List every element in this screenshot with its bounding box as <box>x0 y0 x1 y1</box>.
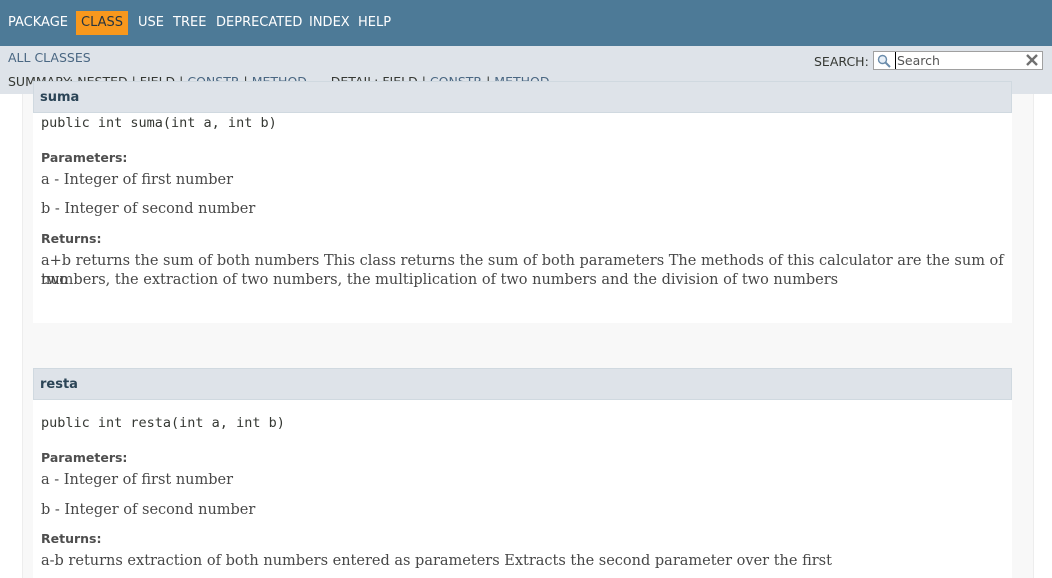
search-input[interactable]: Search <box>873 51 1043 70</box>
param-name: a <box>41 472 50 488</box>
param-name: b <box>41 502 51 518</box>
top-navbar: PACKAGE CLASS USE TREE DEPRECATED INDEX … <box>0 0 1052 46</box>
search-label: SEARCH: <box>814 54 869 69</box>
nav-use[interactable]: USE <box>138 11 164 35</box>
method-signature: public int suma(int a, int b) <box>41 115 277 131</box>
nav-tree[interactable]: TREE <box>173 11 206 35</box>
all-classes-link[interactable]: ALL CLASSES <box>8 50 91 65</box>
param-b: b - Integer of second number <box>41 501 255 520</box>
param-description: - Integer of first number <box>49 472 234 488</box>
param-description: - Integer of second number <box>50 502 256 518</box>
returns-description-line2: numbers, the extraction of two numbers, … <box>41 272 839 288</box>
method-signature: public int resta(int a, int b) <box>41 415 285 431</box>
param-a: a - Integer of first number <box>41 171 233 190</box>
param-a: a - Integer of first number <box>41 471 233 490</box>
returns-description-line1: a-b returns extraction of both numbers e… <box>41 553 832 569</box>
method-detail-resta: resta public int resta(int a, int b) Par… <box>33 368 1012 578</box>
reset-icon[interactable] <box>1025 53 1039 67</box>
nav-index[interactable]: INDEX <box>309 11 350 35</box>
param-name: a <box>41 172 50 188</box>
method-heading: suma <box>33 81 1012 113</box>
param-name: b <box>41 201 51 217</box>
nav-help[interactable]: HELP <box>358 11 391 35</box>
method-heading: resta <box>33 368 1012 400</box>
nav-class[interactable]: CLASS <box>76 11 129 35</box>
param-b: b - Integer of second number <box>41 200 255 219</box>
nav-package[interactable]: PACKAGE <box>8 11 68 35</box>
returns-label: Returns: <box>41 531 102 546</box>
param-description: - Integer of second number <box>50 201 256 217</box>
search-placeholder: Search <box>895 52 940 69</box>
parameters-label: Parameters: <box>41 150 128 165</box>
content-area: suma public int suma(int a, int b) Param… <box>0 81 1052 578</box>
parameters-label: Parameters: <box>41 450 128 465</box>
returns-label: Returns: <box>41 231 102 246</box>
nav-deprecated[interactable]: DEPRECATED <box>216 11 302 35</box>
search-icon <box>877 54 891 68</box>
param-description: - Integer of first number <box>49 172 234 188</box>
method-detail-suma: suma public int suma(int a, int b) Param… <box>33 81 1012 323</box>
